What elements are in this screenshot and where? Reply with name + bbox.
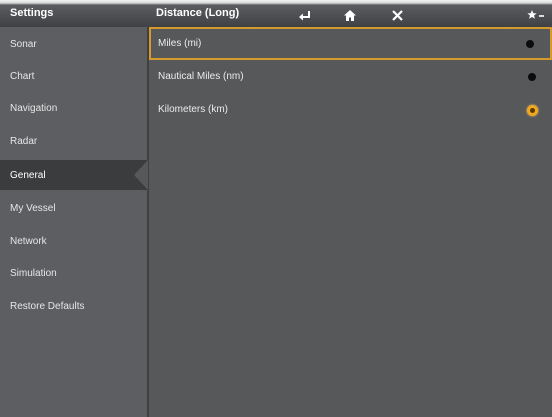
home-icon [344, 9, 356, 21]
sidebar-item-radar[interactable]: Radar [0, 126, 148, 156]
settings-header: Settings [0, 0, 148, 27]
page-title: Distance (Long) [156, 7, 240, 19]
distance-options-panel: Miles (mi) Nautical Miles (nm) Kilometer… [149, 27, 552, 417]
option-miles[interactable]: Miles (mi) [149, 27, 552, 60]
sidebar-item-chart[interactable]: Chart [0, 61, 148, 91]
selection-pointer [134, 160, 148, 190]
option-nautical-miles[interactable]: Nautical Miles (nm) [149, 60, 552, 93]
close-icon [391, 9, 403, 21]
back-button[interactable] [292, 5, 318, 25]
sidebar-item-my-vessel[interactable]: My Vessel [0, 193, 148, 223]
settings-screen: Settings Distance (Long) Sonar Chart Nav… [0, 0, 552, 417]
settings-title: Settings [10, 7, 54, 19]
option-kilometers[interactable]: Kilometers (km) [149, 93, 552, 126]
sidebar-item-restore-defaults[interactable]: Restore Defaults [0, 291, 148, 321]
star-menu-button[interactable] [523, 5, 549, 25]
distance-header: Distance (Long) [148, 0, 552, 27]
star-menu-icon [527, 10, 544, 19]
option-label: Kilometers (km) [158, 104, 229, 115]
close-button[interactable] [384, 5, 410, 25]
radio-button-selected[interactable] [527, 104, 538, 116]
sidebar-item-navigation[interactable]: Navigation [0, 93, 148, 123]
sidebar-item-general[interactable]: General [0, 160, 148, 190]
option-label: Nautical Miles (nm) [158, 71, 244, 82]
sidebar-item-network[interactable]: Network [0, 226, 148, 256]
sidebar-item-simulation[interactable]: Simulation [0, 258, 148, 288]
back-arrow-icon [299, 11, 310, 21]
home-button[interactable] [337, 5, 363, 25]
settings-sidebar: Sonar Chart Navigation Radar General My … [0, 27, 148, 417]
sidebar-item-sonar[interactable]: Sonar [0, 29, 148, 59]
option-label: Miles (mi) [158, 38, 202, 49]
radio-button[interactable] [526, 39, 534, 48]
radio-button[interactable] [528, 72, 536, 81]
